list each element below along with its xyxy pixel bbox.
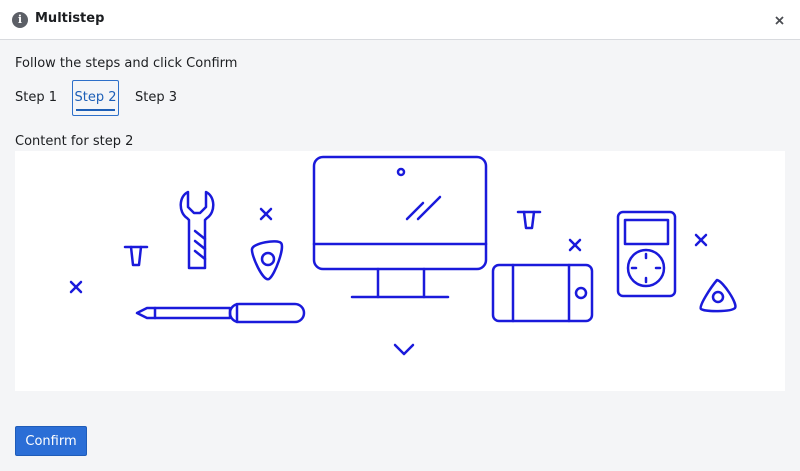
screwdriver-icon (135, 302, 306, 324)
info-icon: i (12, 12, 28, 28)
tab-step-1[interactable]: Step 1 (15, 80, 57, 116)
x-mark-icon (69, 280, 83, 294)
illustration-panel (15, 151, 785, 391)
content-label: Content for step 2 (15, 134, 134, 149)
instruction-text: Follow the steps and click Confirm (15, 56, 238, 71)
multistep-dialog: i Multistep Follow the steps and click C… (0, 0, 800, 471)
x-mark-icon (694, 233, 708, 247)
dialog-titlebar: i Multistep (0, 0, 800, 40)
guitar-pick-icon (250, 240, 284, 281)
tab-step-2-label: Step 2 (74, 90, 117, 105)
x-mark-icon (259, 207, 273, 221)
tab-step-2[interactable]: Step 2 (72, 80, 119, 116)
phone-icon (491, 263, 594, 323)
x-mark-icon (568, 238, 582, 252)
music-player-icon (616, 210, 677, 298)
guitar-pick-icon (699, 278, 737, 313)
active-tab-indicator (76, 109, 115, 111)
confirm-button[interactable]: Confirm (15, 426, 87, 456)
pin-icon (516, 210, 542, 230)
monitor-icon (312, 155, 488, 299)
close-icon (775, 16, 784, 25)
close-button[interactable] (772, 12, 788, 28)
devices-illustration (69, 155, 737, 356)
pin-icon (123, 245, 149, 267)
dialog-title: Multistep (35, 11, 105, 26)
tab-step-3[interactable]: Step 3 (135, 80, 177, 116)
chevron-down-icon (393, 343, 415, 356)
wrench-icon (179, 190, 215, 270)
